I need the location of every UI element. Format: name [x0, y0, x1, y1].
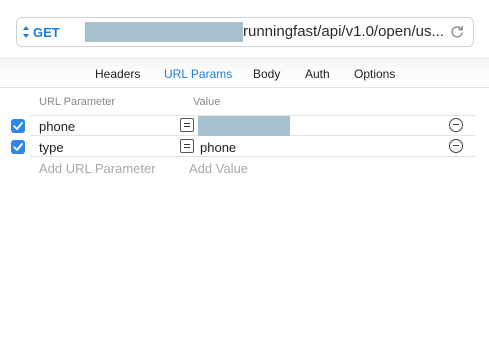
param-name-field[interactable]: phone — [39, 119, 75, 134]
tab-options[interactable]: Options — [354, 67, 395, 81]
up-down-arrows-icon — [23, 26, 30, 38]
equals-toggle-button[interactable] — [180, 118, 194, 132]
tab-headers[interactable]: Headers — [95, 67, 140, 81]
checkmark-icon — [13, 143, 23, 151]
remove-param-icon[interactable] — [449, 139, 463, 153]
method-label: GET — [33, 24, 60, 40]
equals-toggle-button[interactable] — [180, 139, 194, 153]
tab-auth[interactable]: Auth — [305, 67, 330, 81]
column-header-url-parameter: URL Parameter — [39, 96, 116, 108]
reload-icon[interactable] — [449, 24, 465, 40]
checkmark-icon — [13, 122, 23, 130]
param-value-field[interactable]: phone — [200, 140, 236, 155]
url-input[interactable]: runningfast/api/v1.0/open/us... — [243, 18, 444, 46]
url-bar: GET runningfast/api/v1.0/open/us... — [16, 17, 474, 47]
param-name-field[interactable]: type — [39, 140, 64, 155]
table-row — [30, 136, 476, 157]
add-url-parameter-input[interactable]: Add URL Parameter — [39, 161, 156, 176]
row-enabled-checkbox[interactable] — [11, 140, 25, 154]
url-redacted-region — [85, 22, 243, 42]
tab-strip: Headers URL Params Body Auth Options — [0, 57, 489, 88]
column-header-value: Value — [193, 96, 221, 108]
row-enabled-checkbox[interactable] — [11, 119, 25, 133]
add-value-input[interactable]: Add Value — [189, 161, 248, 176]
tab-url-params[interactable]: URL Params — [164, 67, 232, 81]
remove-param-icon[interactable] — [449, 118, 463, 132]
tab-body[interactable]: Body — [253, 67, 280, 81]
param-value-redacted[interactable] — [198, 116, 290, 136]
method-selector[interactable]: GET — [23, 18, 60, 46]
